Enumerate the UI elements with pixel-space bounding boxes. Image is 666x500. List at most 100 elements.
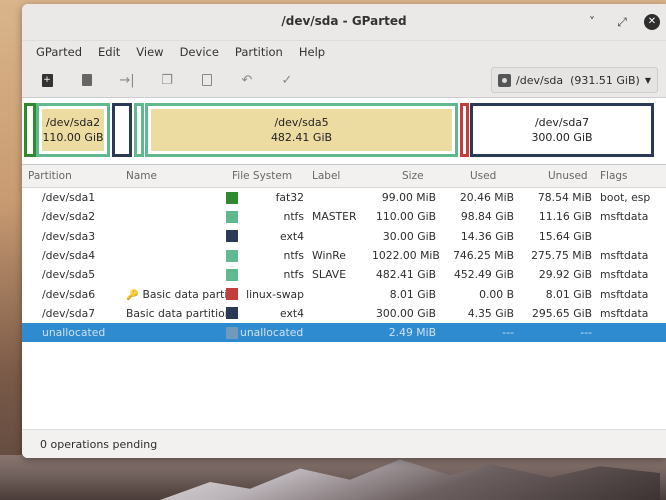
used-cell: 0.00 B xyxy=(479,287,514,301)
disk-partition-map: /dev/sda2 110.00 GiB /dev/sda5 482.41 Gi… xyxy=(22,97,666,165)
filesystem-cell: ntfs xyxy=(226,210,308,223)
disk-map-label-sda2: /dev/sda2 xyxy=(45,116,101,129)
filesystem-cell: unallocated xyxy=(226,326,308,339)
unused-cell: 8.01 GiB xyxy=(545,287,592,301)
partition-cell: /dev/sda7 xyxy=(42,306,96,320)
column-header-name[interactable]: Name xyxy=(122,170,226,182)
filesystem-text: ntfs xyxy=(283,249,304,263)
menu-gparted[interactable]: GParted xyxy=(28,45,90,59)
partition-cell: /dev/sda2 xyxy=(42,210,96,224)
delete-partition-button[interactable] xyxy=(72,67,102,93)
size-cell: 300.00 GiB xyxy=(376,306,436,320)
disk-map-segment-sda2[interactable]: /dev/sda2 110.00 GiB xyxy=(36,103,110,157)
new-partition-icon: + xyxy=(41,73,53,87)
menu-view[interactable]: View xyxy=(128,45,171,59)
operations-pending-status: 0 operations pending xyxy=(40,437,158,451)
partition-cell: /dev/sda6 xyxy=(42,287,96,301)
filesystem-color-swatch xyxy=(226,326,238,339)
flags-cell: msftdata xyxy=(600,306,649,320)
label-cell: SLAVE xyxy=(312,268,347,282)
size-cell: 8.01 GiB xyxy=(389,287,436,301)
partition-cell: unallocated xyxy=(42,326,106,340)
column-header-partition[interactable]: Partition xyxy=(22,170,122,182)
size-cell: 482.41 GiB xyxy=(376,268,436,282)
resize-move-icon: →| xyxy=(119,72,135,88)
filesystem-cell: ext4 xyxy=(226,307,308,320)
disk-map-segment-sda3[interactable] xyxy=(112,103,132,157)
column-header-size[interactable]: Size xyxy=(372,170,440,182)
partition-cell: /dev/sda1 xyxy=(42,191,96,205)
flags-cell: msftdata xyxy=(600,268,649,282)
table-row[interactable]: /dev/sda2 ntfs MASTER 110.00 GiB 98.84 G… xyxy=(22,207,666,226)
column-header-filesystem[interactable]: File System xyxy=(226,170,308,182)
unused-cell: 15.64 GiB xyxy=(538,229,592,243)
disk-map-segment-sda1[interactable] xyxy=(24,103,36,157)
table-row[interactable]: /dev/sda6 🔑Basic data partition linux-sw… xyxy=(22,284,666,303)
filesystem-color-swatch xyxy=(226,210,238,223)
disk-map-segment-sda4[interactable] xyxy=(134,103,144,157)
disk-map-segment-sda7[interactable]: /dev/sda7 300.00 GiB xyxy=(470,103,654,157)
partition-list-header: Partition Name File System Label Size Us… xyxy=(22,165,666,188)
size-cell: 1022.00 MiB xyxy=(372,249,440,263)
partition-cell: /dev/sda4 xyxy=(42,249,96,263)
close-button[interactable]: ✕ xyxy=(644,14,660,30)
unused-cell: 11.16 GiB xyxy=(538,210,592,224)
flags-cell: msftdata xyxy=(600,287,649,301)
used-cell: 452.49 GiB xyxy=(454,268,514,282)
unused-cell: 78.54 MiB xyxy=(537,191,592,205)
flags-cell: boot, esp xyxy=(600,191,651,205)
name-text: Basic data partition xyxy=(142,287,226,301)
device-selector[interactable]: /dev/sda (931.51 GiB) ▼ xyxy=(491,67,658,93)
table-row-selected[interactable]: unallocated unallocated 2.49 MiB --- --- xyxy=(22,323,666,343)
paste-icon xyxy=(202,74,212,86)
label-cell: WinRe xyxy=(312,249,346,263)
partition-cell: /dev/sda3 xyxy=(42,229,96,243)
disk-map-segment-sda6[interactable] xyxy=(460,103,469,157)
unused-cell: 275.75 MiB xyxy=(531,249,592,263)
minimize-button[interactable]: ˅ xyxy=(584,14,600,30)
column-header-label[interactable]: Label xyxy=(308,170,372,182)
table-row[interactable]: /dev/sda3 ext4 30.00 GiB 14.36 GiB 15.64… xyxy=(22,227,666,246)
filesystem-color-swatch xyxy=(226,191,238,204)
menu-help[interactable]: Help xyxy=(291,45,333,59)
filesystem-text: linux-swap xyxy=(246,287,304,301)
menu-partition[interactable]: Partition xyxy=(227,45,291,59)
used-cell: 20.46 MiB xyxy=(459,191,514,205)
table-row[interactable]: /dev/sda7 Basic data partition ext4 300.… xyxy=(22,304,666,323)
new-partition-button[interactable]: + xyxy=(32,67,62,93)
disk-map-segment-sda5[interactable]: /dev/sda5 482.41 GiB xyxy=(145,103,458,157)
label-cell: MASTER xyxy=(312,210,357,224)
filesystem-color-swatch xyxy=(226,230,238,243)
hard-disk-icon xyxy=(498,73,512,87)
table-row[interactable]: /dev/sda4 ntfs WinRe 1022.00 MiB 746.25 … xyxy=(22,246,666,265)
apply-icon: ✓ xyxy=(281,72,293,88)
used-cell: 4.35 GiB xyxy=(467,306,514,320)
disk-map-label-sda7: /dev/sda7 xyxy=(534,116,590,129)
filesystem-cell: fat32 xyxy=(226,191,308,204)
copy-icon: ❐ xyxy=(161,72,173,88)
resize-move-button[interactable]: →| xyxy=(112,67,142,93)
window-title: /dev/sda - GParted xyxy=(281,14,407,28)
undo-button[interactable]: ↶ xyxy=(232,67,262,93)
menu-edit[interactable]: Edit xyxy=(90,45,128,59)
size-cell: 2.49 MiB xyxy=(388,326,436,340)
filesystem-text: ext4 xyxy=(280,306,304,320)
table-row[interactable]: /dev/sda1 fat32 99.00 MiB 20.46 MiB 78.5… xyxy=(22,188,666,207)
apply-button[interactable]: ✓ xyxy=(272,67,302,93)
menu-device[interactable]: Device xyxy=(172,45,227,59)
column-header-unused[interactable]: Unused xyxy=(518,170,596,182)
size-cell: 110.00 GiB xyxy=(376,210,436,224)
column-header-flags[interactable]: Flags xyxy=(596,170,666,182)
undo-icon: ↶ xyxy=(241,72,253,88)
partition-cell: /dev/sda5 xyxy=(42,268,96,282)
table-row[interactable]: /dev/sda5 ntfs SLAVE 482.41 GiB 452.49 G… xyxy=(22,265,666,284)
column-header-used[interactable]: Used xyxy=(440,170,518,182)
maximize-button[interactable]: ⤢ xyxy=(614,14,630,30)
unused-cell: --- xyxy=(580,326,592,340)
flags-cell: msftdata xyxy=(600,210,649,224)
copy-button[interactable]: ❐ xyxy=(152,67,182,93)
size-cell: 30.00 GiB xyxy=(382,229,436,243)
filesystem-color-swatch xyxy=(226,288,238,301)
disk-map-size-sda5: 482.41 GiB xyxy=(270,131,333,144)
paste-button[interactable] xyxy=(192,67,222,93)
